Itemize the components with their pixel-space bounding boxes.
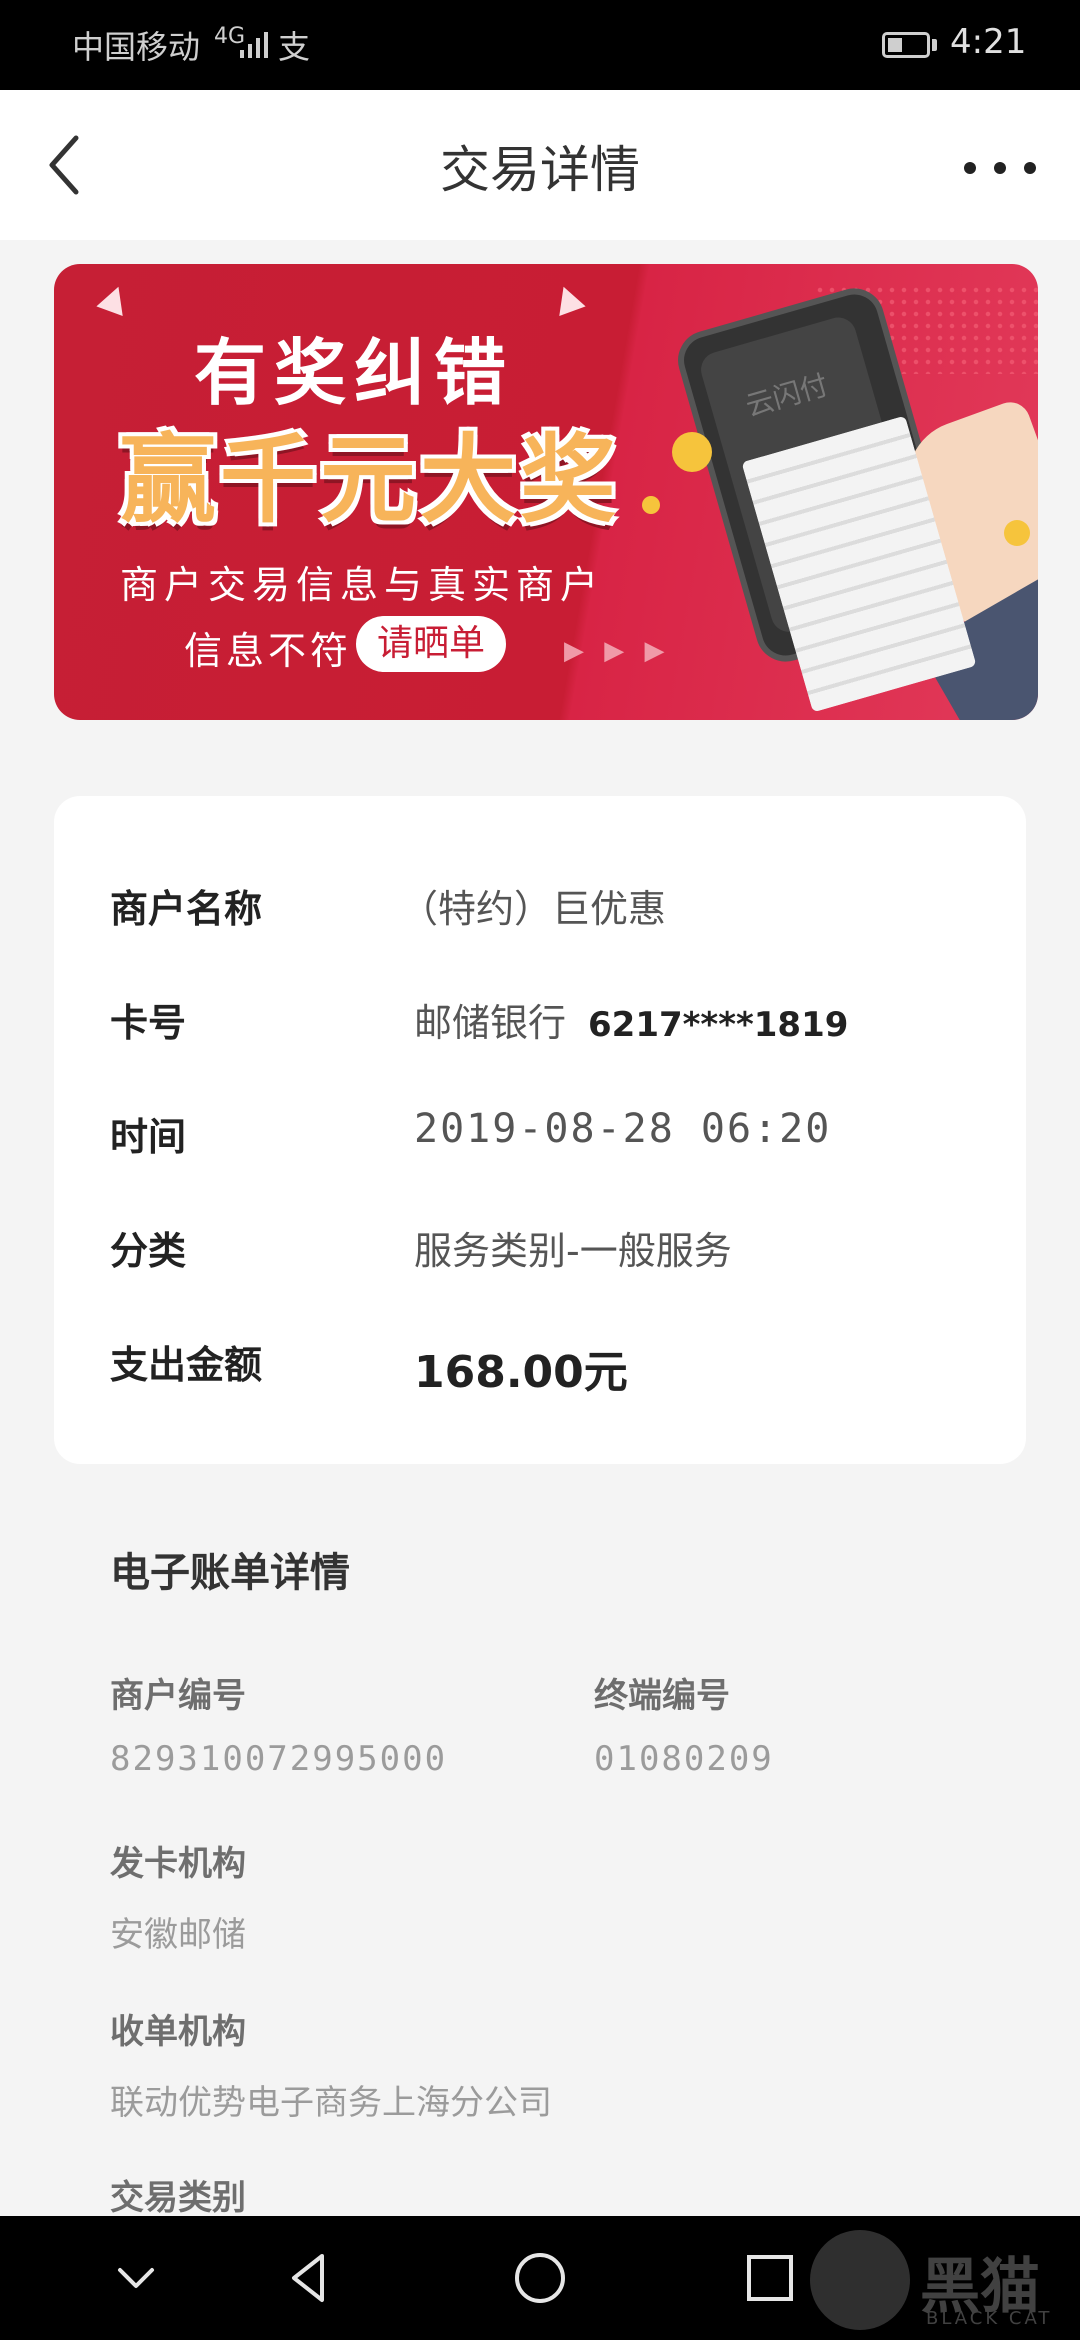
coin-decor <box>642 496 660 514</box>
issuer-value: 安徽邮储 <box>110 1915 246 1955</box>
terminal-no-field: 终端编号 01080209 <box>594 1668 774 1779</box>
phone-logo: 云闪付 <box>741 368 832 424</box>
time-label: 时间 <box>110 1115 187 1159</box>
acquirer-value: 联动优势电子商务上海分公司 <box>110 2083 552 2123</box>
status-bar: 中国移动 4G 支 4:21 <box>0 0 1080 90</box>
coin-decor <box>672 432 712 472</box>
header: 交易详情 <box>0 90 1080 240</box>
trans-type-label: 交易类别 <box>110 2178 246 2218</box>
merchant-no-label: 商户编号 <box>110 1676 246 1716</box>
banner-cta-button[interactable]: 请晒单 <box>356 616 506 672</box>
transaction-card: 商户名称 （特约）巨优惠 卡号 邮储银行 6217****1819 时间 2019… <box>54 796 1026 1464</box>
page-title: 交易详情 <box>440 141 640 199</box>
amount-label: 支出金额 <box>110 1343 263 1387</box>
bill-section-title: 电子账单详情 <box>110 1550 350 1596</box>
promo-banner[interactable]: 云闪付 有奖纠错 赢千元大奖 商户交易信息与真实商户 信息不符 请晒单 ▶ ▶ … <box>54 264 1038 720</box>
banner-arrows: ▶ ▶ ▶ <box>564 636 671 666</box>
carrier-name: 中国移动 <box>72 28 201 66</box>
issuer-field: 发卡机构 安徽邮储 <box>110 1836 246 1956</box>
nav-home-icon[interactable] <box>510 2248 570 2308</box>
card-label: 卡号 <box>110 1001 187 1045</box>
time-value: 2019-08-28 06:20 <box>414 1106 832 1152</box>
card-bank: 邮储银行 <box>414 1001 567 1045</box>
terminal-no-value: 01080209 <box>594 1739 774 1779</box>
banner-line2: 信息不符 <box>184 629 353 673</box>
trans-type-field: 交易类别 <box>110 2170 246 2219</box>
acquirer-field: 收单机构 联动优势电子商务上海分公司 <box>110 2004 552 2124</box>
watermark-subtext: BLACK CAT <box>926 2308 1053 2329</box>
merchant-no-field: 商户编号 829310072995000 <box>110 1668 447 1779</box>
banner-decor-triangle <box>550 281 586 317</box>
banner-prize: 赢千元大奖 <box>120 424 620 536</box>
clock: 4:21 <box>950 22 1027 62</box>
more-options-icon[interactable] <box>960 140 1040 190</box>
signal-icon <box>240 32 268 58</box>
coin-decor <box>1004 520 1030 546</box>
battery-tip <box>932 39 937 51</box>
banner-decor-triangle <box>96 281 132 317</box>
nav-collapse-icon[interactable] <box>106 2248 166 2308</box>
merchant-label: 商户名称 <box>110 887 263 931</box>
nav-recents-icon[interactable] <box>740 2248 800 2308</box>
battery-icon <box>882 32 930 58</box>
nav-back-icon[interactable] <box>280 2248 340 2308</box>
amount-value: 168.00元 <box>414 1347 628 1398</box>
blackcat-watermark: 黑猫 BLACK CAT <box>810 2230 1080 2340</box>
category-value: 服务类别-一般服务 <box>414 1229 732 1273</box>
terminal-no-label: 终端编号 <box>594 1676 730 1716</box>
merchant-value: （特约）巨优惠 <box>400 887 667 931</box>
merchant-no-value: 829310072995000 <box>110 1739 448 1779</box>
issuer-label: 发卡机构 <box>110 1844 246 1884</box>
acquirer-label: 收单机构 <box>110 2012 246 2052</box>
card-number: 6217****1819 <box>588 1005 849 1045</box>
banner-line1: 商户交易信息与真实商户 <box>120 563 605 607</box>
card-value: 邮储银行 6217****1819 <box>414 992 848 1047</box>
category-label: 分类 <box>110 1229 187 1273</box>
alipay-notification-icon: 支 <box>278 28 311 66</box>
cat-logo-icon <box>810 2230 910 2330</box>
